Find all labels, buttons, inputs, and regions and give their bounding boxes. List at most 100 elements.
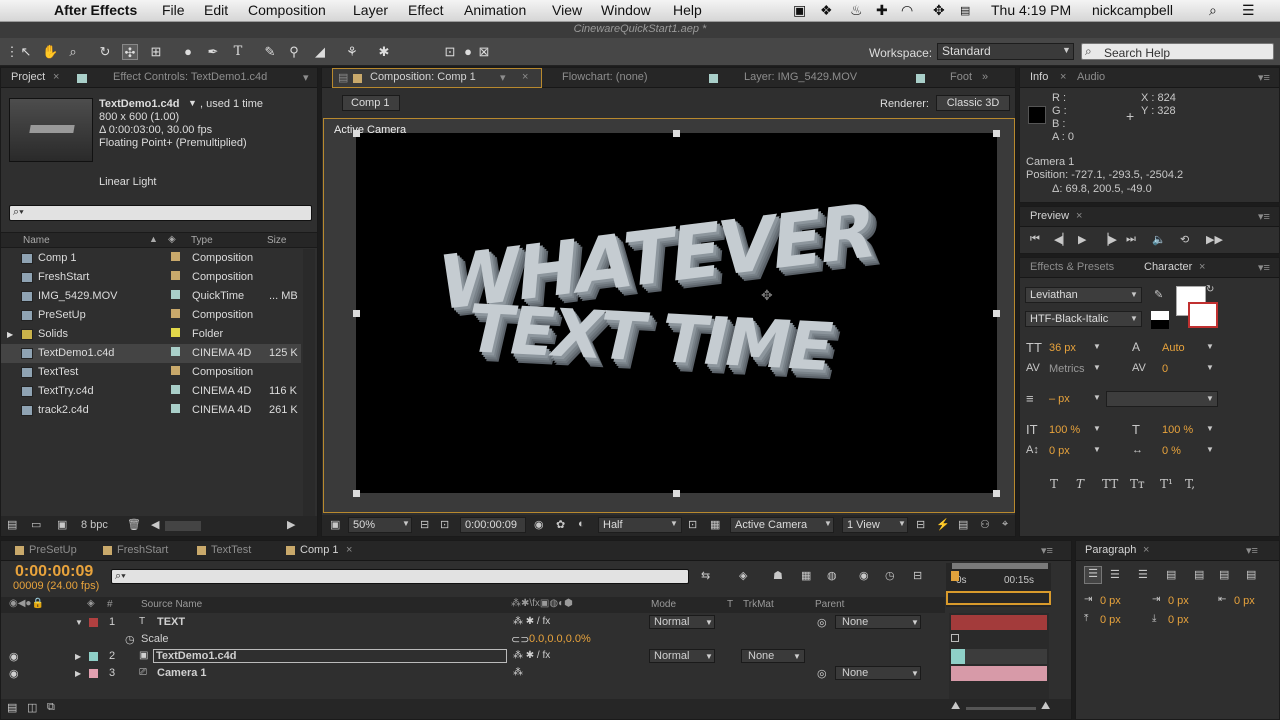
renderer-button[interactable]: Classic 3D	[936, 95, 1010, 111]
panel-menu-icon[interactable]: ▾≡	[1258, 71, 1270, 84]
parent-pickwhip-icon[interactable]: ◎	[817, 616, 827, 629]
project-item[interactable]: PreSetUp Composition	[1, 306, 301, 325]
stroke-color-swatch[interactable]	[1188, 302, 1218, 328]
black-swatch[interactable]	[1151, 320, 1169, 329]
comp-mini-flowchart-icon[interactable]: ⇆	[701, 569, 710, 582]
fast-previews-icon[interactable]: ⚡	[936, 518, 950, 531]
col-trkmat[interactable]: TrkMat	[743, 599, 774, 610]
dropbox-icon[interactable]: ❖	[820, 2, 833, 19]
project-item[interactable]: TextTry.c4d CINEMA 4D 116 K	[1, 382, 301, 401]
current-time[interactable]: 0:00:00:09	[460, 517, 526, 533]
scale-property-row[interactable]: ◷ Scale ⊂⊃ 0.0,0.0,0.0%	[1, 631, 1071, 648]
layer-parent-select[interactable]: None	[835, 615, 921, 629]
draft-3d-icon[interactable]: ◈	[739, 569, 747, 582]
tab-presetup[interactable]: PreSetUp	[29, 544, 77, 556]
handle-br[interactable]	[993, 490, 1000, 497]
tab-paragraph[interactable]: Paragraph	[1085, 544, 1136, 556]
stroke-width-value[interactable]: – px	[1049, 393, 1070, 405]
leading-value[interactable]: Auto	[1162, 342, 1185, 354]
horizontal-scrollbar[interactable]	[165, 521, 201, 531]
white-swatch[interactable]	[1151, 311, 1169, 320]
axis-world-icon[interactable]: ●	[460, 44, 476, 60]
time-navigator[interactable]	[946, 591, 1051, 605]
transparency-grid-icon[interactable]: ▦	[710, 518, 720, 531]
item-label-swatch[interactable]	[171, 252, 180, 261]
audio-icon[interactable]: 🔈	[1152, 233, 1166, 246]
item-label-swatch[interactable]	[171, 404, 180, 413]
horizontal-scale-chevron-icon[interactable]: ▼	[1206, 424, 1214, 433]
handle-tr[interactable]	[993, 130, 1000, 137]
tab-character[interactable]: Character	[1144, 261, 1192, 273]
playhead[interactable]	[951, 571, 959, 581]
clone-tool-icon[interactable]: ⚲	[286, 44, 302, 60]
item-label-swatch[interactable]	[171, 328, 180, 337]
exposure-icon[interactable]: ⌖	[1002, 518, 1008, 531]
shy-layers-icon[interactable]: ☗	[773, 569, 783, 582]
camera-target-icon[interactable]: ✥	[761, 287, 773, 304]
interpret-footage-icon[interactable]: ▤	[7, 518, 17, 531]
hand-tool-icon[interactable]: ✋	[42, 44, 58, 60]
timeline-layer-row[interactable]: ▼ 1 T TEXT ⁂ ✱ / fx Normal ▼ ◎ None ▼	[1, 614, 1071, 631]
layer-parent-select[interactable]: None	[835, 666, 921, 680]
lock-icon[interactable]: ▤	[338, 71, 348, 84]
panel-menu-icon[interactable]: ▾≡	[1258, 261, 1270, 274]
selected-item-chevron-icon[interactable]: ▼	[188, 98, 197, 108]
all-caps-button[interactable]: TT	[1102, 477, 1118, 491]
tracking-value[interactable]: 0	[1162, 363, 1168, 375]
folder-expand-icon[interactable]: ▶	[7, 330, 13, 339]
align-center-icon[interactable]: ☰	[1110, 568, 1120, 581]
comp-canvas[interactable]: WHATEVER TEXT TIME ✥	[356, 133, 997, 493]
col-name[interactable]: Name	[23, 235, 50, 246]
horizontal-scale-value[interactable]: 100 %	[1162, 424, 1193, 436]
faux-italic-button[interactable]: T	[1076, 477, 1084, 491]
tsume-value[interactable]: 0 %	[1162, 445, 1181, 457]
timeline-search-field[interactable]: ⌕▾	[111, 569, 689, 584]
col-mode[interactable]: Mode	[651, 599, 676, 610]
layer-name[interactable]: TextDemo1.c4d	[153, 649, 507, 663]
tab-freshstart[interactable]: FreshStart	[117, 544, 168, 556]
camera-status-icon[interactable]: ▣	[793, 2, 806, 19]
axis-view-icon[interactable]: ⊠	[476, 44, 492, 60]
layer-label-swatch[interactable]	[89, 618, 98, 627]
trash-icon[interactable]: 🗑	[127, 518, 141, 531]
indent-left-value[interactable]: 0 px	[1100, 595, 1121, 607]
panel-menu-icon[interactable]: ▾	[303, 71, 309, 84]
handle-tl[interactable]	[353, 130, 360, 137]
timeline-current-time[interactable]: 0:00:00:09	[15, 563, 93, 581]
tab-texttest[interactable]: TextTest	[211, 544, 251, 556]
handle-bm[interactable]	[673, 490, 680, 497]
show-snapshot-icon[interactable]: ✿	[556, 518, 565, 531]
work-area-bar[interactable]	[952, 563, 1048, 569]
align-left-icon[interactable]: ☰	[1084, 566, 1102, 584]
user-name[interactable]: nickcampbell	[1092, 2, 1173, 18]
font-style-select[interactable]: HTF-Black-Italic	[1025, 311, 1142, 327]
close-icon[interactable]: ×	[1143, 544, 1149, 556]
toggle-in-out-icon[interactable]: ⧉	[47, 701, 55, 714]
previous-frame-icon[interactable]: ◀▏	[1054, 233, 1071, 246]
handle-ml[interactable]	[353, 310, 360, 317]
tab-project[interactable]: Project	[11, 71, 45, 83]
tab-audio[interactable]: Audio	[1077, 71, 1105, 83]
tab-composition[interactable]: Composition: Comp 1	[370, 71, 476, 83]
menu-composition[interactable]: Composition	[248, 2, 326, 18]
selection-tool-icon[interactable]: ↖	[18, 44, 34, 60]
justify-right-icon[interactable]: ▤	[1219, 568, 1229, 581]
menu-animation[interactable]: Animation	[464, 2, 526, 18]
space-after-value[interactable]: 0 px	[1168, 614, 1189, 626]
track-bar-camera[interactable]	[951, 666, 1047, 681]
tab-comp1[interactable]: Comp 1	[300, 544, 339, 556]
item-label-swatch[interactable]	[171, 347, 180, 356]
kerning-chevron-icon[interactable]: ▼	[1093, 363, 1101, 372]
close-icon[interactable]: ×	[346, 544, 352, 556]
close-icon[interactable]: ×	[1076, 210, 1082, 222]
comp-menu-icon[interactable]: ▾	[500, 71, 506, 84]
expand-twirl-icon[interactable]: ▶	[75, 652, 81, 661]
loop-icon[interactable]: ⟲	[1180, 233, 1189, 246]
search-help-field[interactable]: ⌕ Search Help	[1081, 43, 1274, 60]
baseline-shift-chevron-icon[interactable]: ▼	[1093, 445, 1101, 454]
project-item[interactable]: Comp 1 Composition	[1, 249, 301, 268]
stroke-style-select[interactable]	[1106, 391, 1218, 407]
zoom-out-icon[interactable]: ⛰	[951, 700, 960, 713]
zoom-in-icon[interactable]: ⛰	[1041, 700, 1050, 713]
close-icon[interactable]: ×	[1060, 71, 1066, 83]
